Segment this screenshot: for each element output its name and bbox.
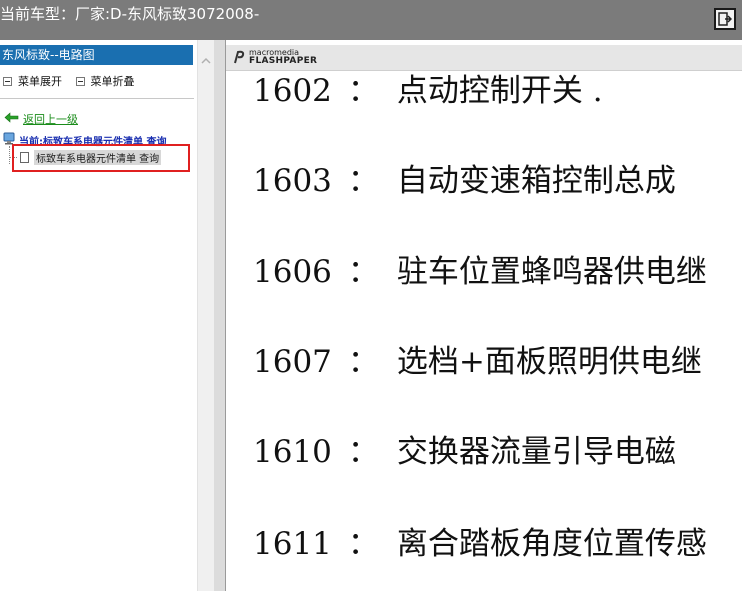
tree-child-label: 标致车系电器元件清单 查询 [34,150,162,165]
document-content[interactable]: 1602 ： 点动控制开关 . 1603 ： 自动变速箱控制总成 1606 ： 驻车位置蜂鸣… [226,71,742,591]
component-entry: 1610 ： 交换器流量引导电磁 [253,426,676,471]
scroll-up-icon[interactable] [200,56,212,66]
component-code: 1603 [253,163,332,199]
back-link-label: 返回上一级 [23,113,78,126]
component-entry: 1606 ： 驻车位置蜂鸣器供电继 [253,246,707,291]
sidebar-divider [0,98,194,99]
component-name: 点动控制开关 . [396,73,603,109]
document-icon [20,152,29,163]
exit-button[interactable] [714,8,736,30]
viewer-toolbar: macromedia FLASHPAPER [226,45,742,71]
component-code: 1611 [253,526,332,562]
component-name: 自动变速箱控制总成 [396,163,676,199]
component-entry: 1603 ： 自动变速箱控制总成 [253,155,676,200]
component-entry: 1607 ： 选档+面板照明供电继 [253,336,702,381]
component-name: 选档+面板照明供电继 [396,344,702,380]
component-name: 离合踏板角度位置传感 [396,526,707,562]
component-code: 1610 [253,434,332,470]
logo-flashpaper: FLASHPAPER [249,56,318,66]
back-link[interactable]: 返回上一级 [4,111,78,127]
tree-child-node[interactable]: 标致车系电器元件清单 查询 [20,150,162,165]
collapse-menu-button[interactable]: 菜单折叠 [75,73,135,89]
entry-separator: ： [347,73,379,109]
title-bar: 当前车型：厂家:D-东风标致3072008- [0,0,742,40]
entry-separator: ： [347,344,379,380]
entry-separator: ： [347,434,379,470]
component-name: 驻车位置蜂鸣器供电继 [396,254,707,290]
component-name: 交换器流量引导电磁 [396,434,676,470]
component-entry: 1602 ： 点动控制开关 . [253,71,603,110]
panel-splitter[interactable] [214,40,225,591]
flashpaper-viewer: macromedia FLASHPAPER 1602 ： 点动控制开关 . 1603… [225,40,742,591]
exit-icon [718,12,732,26]
entry-separator: ： [347,163,379,199]
entry-separator: ： [347,254,379,290]
expand-menu-label: 菜单展开 [18,75,62,88]
sidebar-header: 东风标致--电路图 [0,45,193,65]
component-code: 1602 [253,73,332,109]
component-code: 1607 [253,344,332,380]
flashpaper-logo-icon [234,50,245,64]
component-code: 1606 [253,254,332,290]
vehicle-model-title: 当前车型：厂家:D-东风标致3072008- [0,5,260,23]
component-entry: 1611 ： 离合踏板角度位置传感 [253,518,707,563]
entry-separator: ： [347,526,379,562]
collapse-menu-label: 菜单折叠 [90,75,135,88]
expand-menu-button[interactable]: 菜单展开 [3,73,62,89]
flashpaper-logo: macromedia FLASHPAPER [233,49,318,66]
sidebar-scrollbar[interactable] [197,40,214,591]
expand-icon [3,76,12,86]
menu-actions: 菜单展开 菜单折叠 [3,73,145,89]
tree-connector [9,146,11,164]
back-arrow-icon [4,112,19,126]
collapse-icon [75,76,85,86]
sidebar: 东风标致--电路图 菜单展开 菜单折叠 返回上一级 当前:标致车系电器元件清单 … [0,40,197,591]
